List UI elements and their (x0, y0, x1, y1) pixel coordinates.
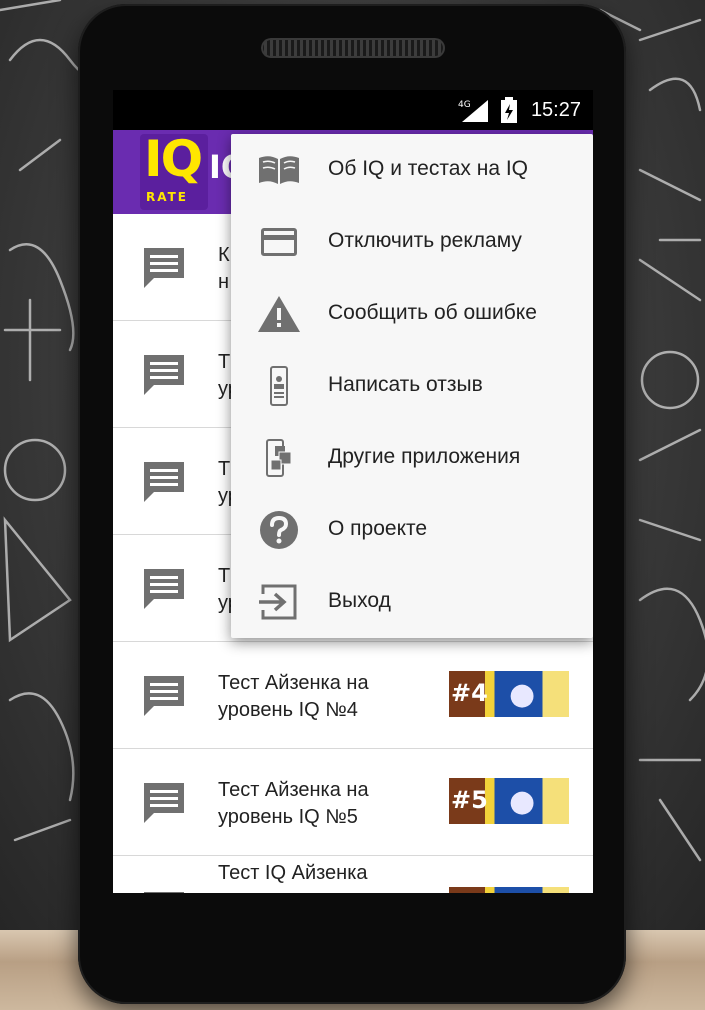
chat-icon (144, 569, 184, 609)
menu-item-label: Написать отзыв (328, 373, 483, 396)
chat-icon (144, 355, 184, 395)
menu-item-label: Об IQ и тестах на IQ (328, 157, 529, 180)
menu-item-about-iq[interactable]: Об IQ и тестах на IQ (231, 134, 593, 206)
app-logo: IQ RATE (140, 130, 208, 210)
chat-icon (144, 783, 184, 823)
test-thumbnail: #5 ● (449, 778, 569, 824)
chat-icon (144, 248, 184, 288)
svg-text:4G: 4G (458, 100, 471, 110)
menu-item-other-apps[interactable]: Другие приложения (231, 422, 593, 494)
phone-review-icon (270, 366, 288, 406)
menu-item-label: Сообщить об ошибке (328, 301, 537, 324)
menu-item-report-error[interactable]: Сообщить об ошибке (231, 278, 593, 350)
chat-icon (144, 462, 184, 502)
list-item-title: Тест IQ Айзенка (218, 862, 368, 884)
menu-item-about-project[interactable]: О проекте (231, 494, 593, 566)
list-item-title: Тест Айзенка на уровень IQ №5 (218, 779, 369, 828)
menu-item-label: Другие приложения (328, 445, 521, 468)
battery-icon (501, 97, 517, 123)
book-icon (259, 156, 299, 184)
status-bar: 4G 15:27 (113, 90, 593, 130)
phone-speaker (261, 38, 445, 58)
list-item[interactable]: Тест Айзенка на уровень IQ №4 #4 ● (113, 642, 593, 749)
status-time: 15:27 (530, 99, 581, 121)
exit-icon (259, 584, 297, 620)
menu-item-disable-ads[interactable]: Отключить рекламу (231, 206, 593, 278)
chat-icon (144, 892, 184, 893)
warning-icon (258, 296, 300, 332)
thumbnail-iq-graphic: ● (509, 784, 536, 819)
logo-sub-text: RATE (146, 190, 188, 204)
menu-item-label: О проекте (328, 517, 428, 540)
menu-item-label: Отключить рекламу (328, 229, 522, 252)
thumbnail-iq-graphic: ● (509, 677, 536, 712)
chat-icon (144, 676, 184, 716)
menu-item-write-review[interactable]: Написать отзыв (231, 350, 593, 422)
test-thumbnail: #4 ● (449, 671, 569, 717)
menu-item-label: Выход (328, 589, 391, 612)
phone-screen: 4G 15:27 IQ RATE IQ К н Т ур Т ур Т ур Т… (113, 90, 593, 893)
menu-item-exit[interactable]: Выход (231, 566, 593, 638)
thumbnail-number: #4 (451, 679, 488, 707)
signal-icon: 4G (458, 100, 488, 122)
overflow-menu: Об IQ и тестах на IQ Отключить рекламу С… (231, 134, 593, 638)
other-apps-icon (266, 439, 292, 477)
credit-card-icon (261, 228, 297, 256)
list-item[interactable]: Тест IQ Айзенка (113, 856, 593, 893)
test-thumbnail (449, 887, 569, 893)
help-icon (260, 511, 298, 549)
logo-main-text: IQ (144, 130, 203, 188)
thumbnail-number: #5 (451, 786, 488, 814)
list-item[interactable]: Тест Айзенка на уровень IQ №5 #5 ● (113, 749, 593, 856)
list-item-title: Тест Айзенка на уровень IQ №4 (218, 672, 369, 721)
